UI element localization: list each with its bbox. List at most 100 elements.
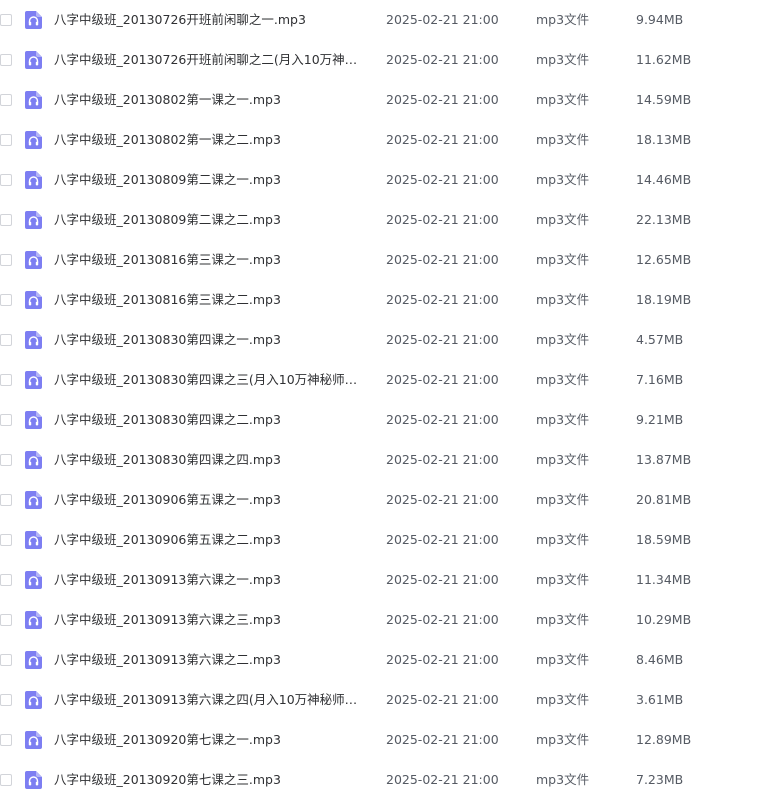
- file-name[interactable]: 八字中级班_20130830第四课之四.mp3: [54, 440, 366, 480]
- row-checkbox[interactable]: [0, 614, 12, 626]
- file-name[interactable]: 八字中级班_20130816第三课之二.mp3: [54, 280, 366, 320]
- file-size: 10.29MB: [636, 612, 692, 627]
- file-type: mp3文件: [536, 372, 590, 387]
- row-checkbox[interactable]: [0, 654, 12, 666]
- row-checkbox[interactable]: [0, 174, 12, 186]
- row-checkbox[interactable]: [0, 774, 12, 786]
- file-modified-date: 2025-02-21 21:00: [386, 12, 499, 27]
- file-type: mp3文件: [536, 52, 590, 67]
- file-row[interactable]: 八字中级班_20130913第六课之一.mp3 2025-02-21 21:00…: [0, 560, 777, 600]
- audio-file-icon: [25, 651, 42, 669]
- file-name[interactable]: 八字中级班_20130726开班前闲聊之二(月入10万神秘师...: [54, 40, 366, 80]
- file-row[interactable]: 八字中级班_20130830第四课之四.mp3 2025-02-21 21:00…: [0, 440, 777, 480]
- file-size: 18.19MB: [636, 292, 692, 307]
- file-size: 12.65MB: [636, 252, 692, 267]
- audio-file-icon: [25, 411, 42, 429]
- file-row[interactable]: 八字中级班_20130830第四课之三(月入10万神秘师圈 V... 2025-…: [0, 360, 777, 400]
- file-name[interactable]: 八字中级班_20130809第二课之一.mp3: [54, 160, 366, 200]
- file-row[interactable]: 八字中级班_20130802第一课之二.mp3 2025-02-21 21:00…: [0, 120, 777, 160]
- file-row[interactable]: 八字中级班_20130726开班前闲聊之二(月入10万神秘师... 2025-0…: [0, 40, 777, 80]
- row-checkbox[interactable]: [0, 494, 12, 506]
- file-row[interactable]: 八字中级班_20130913第六课之四(月入10万神秘师圈 V... 2025-…: [0, 680, 777, 720]
- row-checkbox[interactable]: [0, 534, 12, 546]
- row-checkbox[interactable]: [0, 374, 12, 386]
- file-type: mp3文件: [536, 492, 590, 507]
- file-row[interactable]: 八字中级班_20130809第二课之一.mp3 2025-02-21 21:00…: [0, 160, 777, 200]
- file-row[interactable]: 八字中级班_20130913第六课之三.mp3 2025-02-21 21:00…: [0, 600, 777, 640]
- file-size: 7.16MB: [636, 372, 684, 387]
- file-size: 14.46MB: [636, 172, 692, 187]
- row-checkbox[interactable]: [0, 574, 12, 586]
- file-modified-date: 2025-02-21 21:00: [386, 452, 499, 467]
- file-name[interactable]: 八字中级班_20130830第四课之一.mp3: [54, 320, 366, 360]
- file-row[interactable]: 八字中级班_20130920第七课之一.mp3 2025-02-21 21:00…: [0, 720, 777, 760]
- row-checkbox[interactable]: [0, 214, 12, 226]
- file-name[interactable]: 八字中级班_20130913第六课之四(月入10万神秘师圈 V...: [54, 680, 366, 720]
- audio-file-icon: [25, 371, 42, 389]
- file-name[interactable]: 八字中级班_20130802第一课之一.mp3: [54, 80, 366, 120]
- row-checkbox[interactable]: [0, 54, 12, 66]
- file-name[interactable]: 八字中级班_20130913第六课之二.mp3: [54, 640, 366, 680]
- row-checkbox[interactable]: [0, 94, 12, 106]
- file-name[interactable]: 八字中级班_20130726开班前闲聊之一.mp3: [54, 0, 366, 40]
- audio-file-icon: [25, 91, 42, 109]
- file-name[interactable]: 八字中级班_20130830第四课之二.mp3: [54, 400, 366, 440]
- audio-file-icon: [25, 571, 42, 589]
- file-row[interactable]: 八字中级班_20130913第六课之二.mp3 2025-02-21 21:00…: [0, 640, 777, 680]
- file-type: mp3文件: [536, 252, 590, 267]
- file-modified-date: 2025-02-21 21:00: [386, 332, 499, 347]
- file-row[interactable]: 八字中级班_20130906第五课之一.mp3 2025-02-21 21:00…: [0, 480, 777, 520]
- file-modified-date: 2025-02-21 21:00: [386, 532, 499, 547]
- file-size: 4.57MB: [636, 332, 684, 347]
- file-row[interactable]: 八字中级班_20130830第四课之一.mp3 2025-02-21 21:00…: [0, 320, 777, 360]
- audio-file-icon: [25, 771, 42, 789]
- row-checkbox[interactable]: [0, 134, 12, 146]
- row-checkbox[interactable]: [0, 14, 12, 26]
- file-name[interactable]: 八字中级班_20130830第四课之三(月入10万神秘师圈 V...: [54, 360, 366, 400]
- file-type: mp3文件: [536, 172, 590, 187]
- row-checkbox[interactable]: [0, 334, 12, 346]
- file-modified-date: 2025-02-21 21:00: [386, 92, 499, 107]
- file-modified-date: 2025-02-21 21:00: [386, 212, 499, 227]
- file-row[interactable]: 八字中级班_20130830第四课之二.mp3 2025-02-21 21:00…: [0, 400, 777, 440]
- file-name[interactable]: 八字中级班_20130920第七课之一.mp3: [54, 720, 366, 760]
- file-type: mp3文件: [536, 212, 590, 227]
- row-checkbox[interactable]: [0, 294, 12, 306]
- file-name[interactable]: 八字中级班_20130913第六课之三.mp3: [54, 600, 366, 640]
- row-checkbox[interactable]: [0, 454, 12, 466]
- file-row[interactable]: 八字中级班_20130920第七课之三.mp3 2025-02-21 21:00…: [0, 760, 777, 800]
- file-name[interactable]: 八字中级班_20130913第六课之一.mp3: [54, 560, 366, 600]
- file-modified-date: 2025-02-21 21:00: [386, 732, 499, 747]
- row-checkbox[interactable]: [0, 414, 12, 426]
- file-modified-date: 2025-02-21 21:00: [386, 52, 499, 67]
- file-modified-date: 2025-02-21 21:00: [386, 412, 499, 427]
- file-row[interactable]: 八字中级班_20130816第三课之一.mp3 2025-02-21 21:00…: [0, 240, 777, 280]
- audio-file-icon: [25, 291, 42, 309]
- file-size: 14.59MB: [636, 92, 692, 107]
- file-modified-date: 2025-02-21 21:00: [386, 692, 499, 707]
- file-name[interactable]: 八字中级班_20130802第一课之二.mp3: [54, 120, 366, 160]
- file-modified-date: 2025-02-21 21:00: [386, 492, 499, 507]
- file-row[interactable]: 八字中级班_20130809第二课之二.mp3 2025-02-21 21:00…: [0, 200, 777, 240]
- file-name[interactable]: 八字中级班_20130906第五课之二.mp3: [54, 520, 366, 560]
- file-row[interactable]: 八字中级班_20130802第一课之一.mp3 2025-02-21 21:00…: [0, 80, 777, 120]
- file-modified-date: 2025-02-21 21:00: [386, 252, 499, 267]
- file-name[interactable]: 八字中级班_20130920第七课之三.mp3: [54, 760, 366, 800]
- file-row[interactable]: 八字中级班_20130906第五课之二.mp3 2025-02-21 21:00…: [0, 520, 777, 560]
- row-checkbox[interactable]: [0, 694, 12, 706]
- file-size: 8.46MB: [636, 652, 684, 667]
- file-row[interactable]: 八字中级班_20130726开班前闲聊之一.mp3 2025-02-21 21:…: [0, 0, 777, 40]
- row-checkbox[interactable]: [0, 254, 12, 266]
- file-name[interactable]: 八字中级班_20130809第二课之二.mp3: [54, 200, 366, 240]
- file-row[interactable]: 八字中级班_20130816第三课之二.mp3 2025-02-21 21:00…: [0, 280, 777, 320]
- file-modified-date: 2025-02-21 21:00: [386, 372, 499, 387]
- file-name[interactable]: 八字中级班_20130906第五课之一.mp3: [54, 480, 366, 520]
- file-size: 7.23MB: [636, 772, 684, 787]
- file-size: 12.89MB: [636, 732, 692, 747]
- file-size: 20.81MB: [636, 492, 692, 507]
- file-type: mp3文件: [536, 652, 590, 667]
- file-name[interactable]: 八字中级班_20130816第三课之一.mp3: [54, 240, 366, 280]
- audio-file-icon: [25, 491, 42, 509]
- row-checkbox[interactable]: [0, 734, 12, 746]
- audio-file-icon: [25, 451, 42, 469]
